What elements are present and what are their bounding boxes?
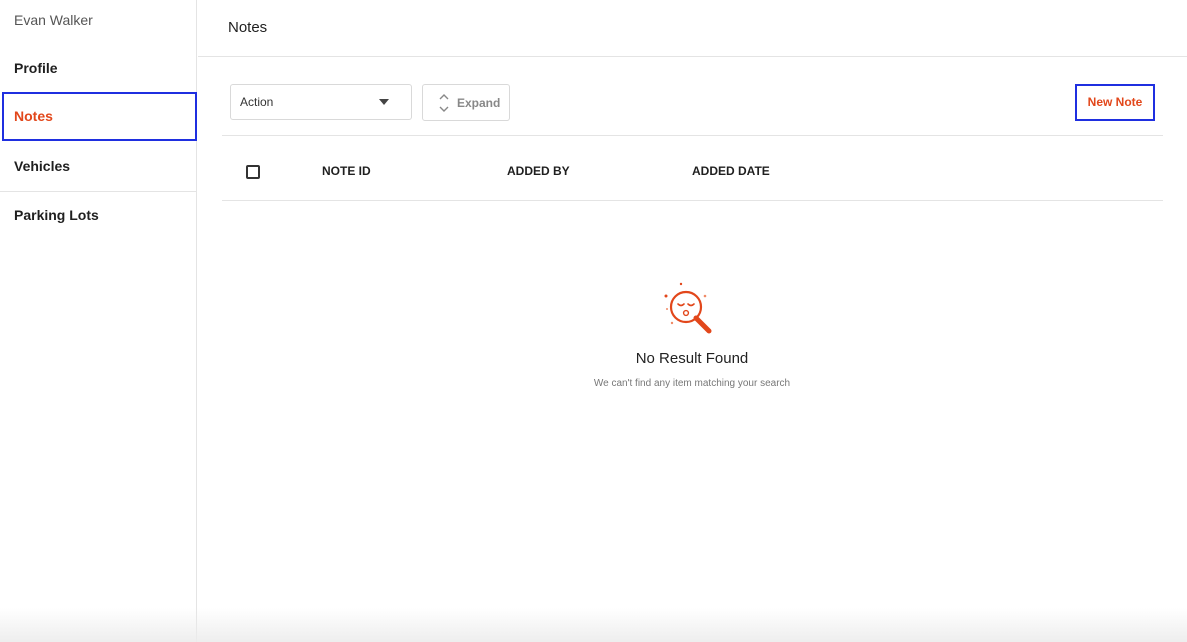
sidebar-item-profile[interactable]: Profile	[0, 58, 197, 78]
action-select[interactable]: Action	[230, 84, 412, 120]
app-window: Evan Walker Profile Notes Vehicles Parki…	[0, 0, 1187, 642]
user-name: Evan Walker	[14, 12, 93, 28]
expand-button[interactable]: Expand	[422, 84, 510, 121]
column-header-note-id[interactable]: NOTE ID	[322, 164, 371, 178]
page-title: Notes	[228, 19, 268, 36]
action-select-value: Action	[240, 95, 274, 109]
empty-state-message: We can't find any item matching your sea…	[593, 378, 791, 389]
caret-down-icon	[379, 99, 389, 105]
select-all-checkbox[interactable]	[246, 165, 260, 179]
main-content: Notes Action Expand New Note NOTE ID ADD…	[198, 0, 1187, 642]
sidebar-item-parking-lots[interactable]: Parking Lots	[0, 205, 197, 225]
column-header-added-date[interactable]: ADDED DATE	[692, 164, 770, 178]
table-header-top-border	[222, 135, 1163, 136]
sidebar: Evan Walker Profile Notes Vehicles Parki…	[0, 0, 197, 642]
magnifier-sad-face-icon	[664, 282, 712, 334]
empty-state-title: No Result Found	[635, 350, 749, 367]
table-header-bottom-border	[222, 200, 1163, 201]
expand-button-label: Expand	[457, 96, 501, 110]
sidebar-divider	[0, 191, 197, 192]
sidebar-item-vehicles[interactable]: Vehicles	[0, 156, 197, 176]
expand-collapse-icon	[439, 94, 449, 112]
column-header-added-by[interactable]: ADDED BY	[507, 164, 570, 178]
header-divider	[198, 56, 1187, 57]
sidebar-item-notes[interactable]: Notes	[2, 92, 197, 141]
new-note-button[interactable]: New Note	[1075, 84, 1155, 121]
